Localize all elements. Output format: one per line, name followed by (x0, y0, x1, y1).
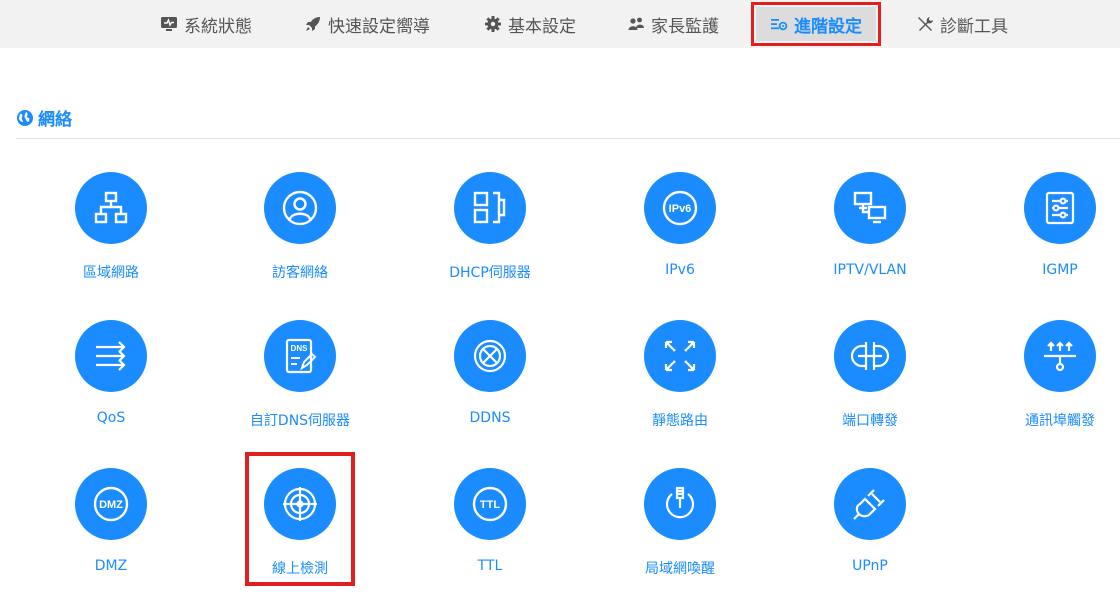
tile-static-route[interactable]: 靜態路由 (585, 320, 775, 450)
dns-edit-icon: DNS (285, 338, 317, 374)
tile-label: 自訂DNS伺服器 (249, 413, 351, 429)
tile-icon-circle (1024, 172, 1096, 244)
tile-label: DHCP伺服器 (449, 265, 531, 281)
igmp-sliders-icon (1045, 191, 1075, 225)
tile-label: 局域網喚醒 (645, 561, 715, 577)
port-trigger-icon (1044, 341, 1076, 372)
tile-icon-circle (454, 172, 526, 244)
tile-label: QoS (96, 410, 126, 426)
guest-user-icon (282, 190, 318, 226)
tile-icon-circle (75, 172, 147, 244)
nav-label: 進階設定 (794, 16, 862, 37)
tile-wake-on-lan[interactable]: 局域網喚醒 (585, 468, 775, 598)
tile-icon-circle (834, 320, 906, 392)
nav-parental-control[interactable]: 家長監護 (627, 7, 719, 41)
tile-label: 通訊埠觸發 (1025, 413, 1095, 429)
tile-guest-network[interactable]: 訪客網絡 (205, 172, 395, 302)
gear-icon (484, 15, 502, 33)
tile-icon-circle: DNS (264, 320, 336, 392)
tile-port-forwarding[interactable]: 端口轉發 (775, 320, 965, 450)
tile-custom-dns[interactable]: DNS 自訂DNS伺服器 (205, 320, 395, 450)
nav-system-status[interactable]: 系統狀態 (160, 7, 252, 41)
nav-label: 快速設定嚮導 (328, 16, 430, 37)
tile-icon-circle: DMZ (75, 468, 147, 540)
tile-ddns[interactable]: DDNS (395, 320, 585, 450)
dmz-icon: DMZ (93, 486, 129, 522)
lan-icon (94, 191, 128, 224)
tile-icon-circle (834, 172, 906, 244)
section-title-label: 網絡 (38, 110, 72, 130)
advanced-settings-icon (770, 15, 788, 33)
tile-icon-circle (75, 320, 147, 392)
nav-label: 系統狀態 (184, 16, 252, 37)
tile-label: DMZ (94, 558, 128, 574)
iptv-vlan-icon (853, 191, 887, 224)
tile-igmp[interactable]: IGMP (965, 172, 1120, 302)
tile-ttl[interactable]: TTL TTL (395, 468, 585, 598)
top-navigation-bar: 系統狀態 快速設定嚮導 基本設定 家長監護 進階設定 診斷工具 (0, 0, 1120, 48)
tile-icon-circle (454, 320, 526, 392)
dhcp-server-icon (473, 191, 506, 224)
svg-text:IPv6: IPv6 (669, 203, 692, 215)
svg-text:TTL: TTL (480, 499, 500, 511)
tile-label: 靜態路由 (652, 413, 708, 429)
ttl-icon: TTL (472, 486, 508, 522)
tile-label: IPTV/VLAN (833, 262, 907, 278)
nav-label: 家長監護 (651, 16, 719, 37)
highlight-box-online-detection (245, 452, 355, 586)
nav-diagnostic-tools[interactable]: 診斷工具 (916, 7, 1008, 41)
tile-icon-circle (644, 468, 716, 540)
qos-arrows-icon (96, 341, 126, 371)
upnp-plug-icon (853, 489, 885, 520)
monitor-icon (160, 15, 178, 33)
ipv6-icon: IPv6 (662, 190, 698, 226)
ddns-globe-icon (473, 339, 507, 373)
tile-port-trigger[interactable]: 通訊埠觸發 (965, 320, 1120, 450)
tile-ipv6[interactable]: IPv6 IPv6 (585, 172, 775, 302)
tile-label: 訪客網絡 (272, 265, 328, 281)
nav-basic-settings[interactable]: 基本設定 (484, 7, 576, 41)
static-route-icon (664, 340, 696, 372)
tile-icon-circle (834, 468, 906, 540)
nav-advanced-settings[interactable]: 進階設定 (751, 2, 881, 46)
tile-label: IPv6 (665, 262, 695, 278)
tile-upnp[interactable]: UPnP (775, 468, 965, 598)
tile-icon-circle (264, 172, 336, 244)
rocket-icon (304, 15, 322, 33)
nav-label: 基本設定 (508, 16, 576, 37)
tile-icon-circle (1024, 320, 1096, 392)
tile-dhcp-server[interactable]: DHCP伺服器 (395, 172, 585, 302)
tile-icon-circle: IPv6 (644, 172, 716, 244)
tile-lan[interactable]: 區域網路 (16, 172, 206, 302)
tile-label: UPnP (852, 558, 888, 574)
tile-label: TTL (477, 558, 503, 574)
tile-icon-circle (644, 320, 716, 392)
tile-label: IGMP (1042, 262, 1078, 278)
globe-icon (16, 109, 34, 127)
tools-icon (916, 15, 934, 33)
tile-dmz[interactable]: DMZ DMZ (16, 468, 206, 598)
tile-iptv-vlan[interactable]: IPTV/VLAN (775, 172, 965, 302)
section-divider (16, 138, 1120, 139)
wake-on-lan-icon (665, 486, 695, 519)
tile-label: DDNS (469, 410, 511, 426)
svg-text:DNS: DNS (291, 344, 309, 353)
nav-label: 診斷工具 (940, 16, 1008, 37)
nav-quick-setup-wizard[interactable]: 快速設定嚮導 (304, 7, 430, 41)
tile-icon-circle: TTL (454, 468, 526, 540)
tile-qos[interactable]: QoS (16, 320, 206, 450)
svg-text:DMZ: DMZ (99, 499, 123, 511)
port-forwarding-icon (850, 342, 890, 370)
section-title: 網絡 (16, 105, 72, 130)
users-icon (627, 15, 645, 33)
tile-label: 端口轉發 (842, 413, 898, 429)
tile-label: 區域網路 (83, 265, 139, 281)
